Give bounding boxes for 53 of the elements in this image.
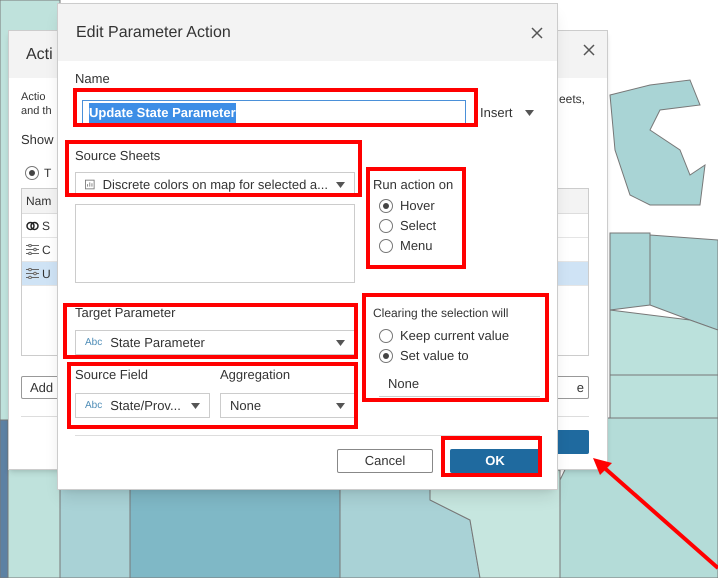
- close-icon[interactable]: [531, 26, 543, 38]
- dropdown-value: State/Prov...: [110, 396, 182, 415]
- dialog-title: Edit Parameter Action: [76, 22, 231, 42]
- dropdown-value: Discrete colors on map for selected a...: [102, 176, 328, 194]
- clear-value-field[interactable]: None: [379, 371, 540, 397]
- description-text: and th: [21, 104, 52, 118]
- bar-chart-icon: [85, 179, 95, 190]
- radio-button[interactable]: [379, 199, 393, 213]
- field-label: Name: [75, 71, 111, 87]
- field-label: Source Field: [75, 367, 149, 383]
- caret-icon: [524, 110, 534, 116]
- name-value: Update State Parameter: [89, 103, 236, 123]
- radio-button[interactable]: [379, 239, 393, 253]
- radio-button[interactable]: [379, 219, 393, 233]
- radio-label: Set value to: [400, 347, 469, 366]
- close-icon[interactable]: [583, 44, 595, 56]
- link-icon: [26, 220, 39, 232]
- sliders-icon: [26, 268, 39, 279]
- radio-button[interactable]: [25, 166, 39, 180]
- radio-button[interactable]: [379, 329, 393, 343]
- field-label: Aggregation: [220, 367, 292, 383]
- group-label: Run action on: [373, 177, 454, 193]
- dialog-title: Acti: [26, 44, 53, 64]
- sliders-icon: [26, 244, 39, 255]
- aggregation-dropdown[interactable]: None: [220, 393, 355, 418]
- table-cell-text: S: [42, 218, 50, 234]
- cancel-button[interactable]: Cancel: [337, 449, 433, 473]
- radio-label: Menu: [400, 237, 433, 256]
- description-text: eets,: [559, 91, 586, 108]
- caret-icon: [336, 402, 345, 408]
- radio-label: T: [44, 164, 52, 182]
- radio-label: Select: [400, 217, 436, 236]
- caret-icon: [191, 402, 200, 408]
- group-label: Clearing the selection will: [373, 305, 510, 321]
- ok-button[interactable]: OK: [450, 449, 540, 473]
- type-label: Abc: [85, 399, 102, 413]
- dropdown-value: None: [230, 396, 262, 415]
- field-label: Source Sheets: [75, 148, 162, 164]
- type-label: Abc: [85, 336, 102, 350]
- source-field-dropdown[interactable]: Abc State/Prov...: [75, 393, 210, 418]
- field-label: Target Parameter: [75, 305, 176, 321]
- dropdown-value: State Parameter: [110, 334, 206, 352]
- radio-label: Hover: [400, 197, 435, 216]
- target-parameter-dropdown[interactable]: Abc State Parameter: [75, 330, 355, 355]
- table-cell-text: U: [42, 266, 51, 282]
- show-label: Show: [21, 131, 54, 149]
- radio-button[interactable]: [379, 349, 393, 363]
- radio-label: Keep current value: [400, 327, 510, 346]
- description-text: Actio: [21, 90, 46, 104]
- table-cell-text: C: [42, 242, 51, 258]
- caret-icon: [336, 340, 345, 346]
- insert-menu[interactable]: Insert: [480, 103, 534, 123]
- column-header: Nam: [26, 193, 52, 210]
